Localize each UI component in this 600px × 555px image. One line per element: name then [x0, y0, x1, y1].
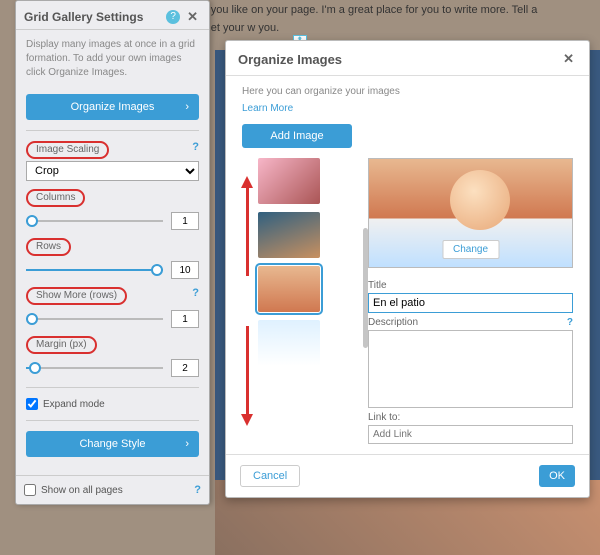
organize-images-modal: Organize Images ✕ Here you can organize …	[225, 40, 590, 498]
margin-value[interactable]	[171, 359, 199, 377]
panel-description: Display many images at once in a grid fo…	[26, 38, 199, 80]
description-textarea[interactable]	[368, 330, 573, 408]
title-input[interactable]	[368, 293, 573, 313]
organize-images-button[interactable]: Organize Images›	[26, 94, 199, 120]
ok-button[interactable]: OK	[539, 465, 575, 487]
reorder-arrows	[242, 158, 252, 444]
help-icon[interactable]: ?	[194, 484, 201, 496]
description-label: Description	[368, 317, 418, 328]
expand-mode-checkbox[interactable]: Expand mode	[26, 398, 199, 410]
image-scaling-label: Image Scaling	[26, 141, 109, 159]
help-icon[interactable]: ?	[567, 317, 573, 328]
image-thumbnails	[258, 158, 354, 444]
show-more-label: Show More (rows)	[26, 287, 127, 305]
help-icon[interactable]: ?	[192, 287, 199, 299]
rows-label: Rows	[26, 238, 71, 256]
link-to-label: Link to:	[368, 412, 400, 423]
title-label: Title	[368, 280, 387, 291]
show-more-section: Show More (rows) ?	[26, 287, 199, 328]
help-icon[interactable]: ?	[166, 10, 180, 24]
panel-title: Grid Gallery Settings	[24, 10, 162, 24]
columns-slider[interactable]	[26, 214, 163, 228]
show-on-all-pages-checkbox[interactable]: Show on all pages	[24, 484, 123, 496]
show-more-slider[interactable]	[26, 312, 163, 326]
learn-more-link[interactable]: Learn More	[242, 103, 573, 114]
page-background-text: anywhere you like on your page. I'm a gr…	[160, 2, 560, 37]
link-input[interactable]	[368, 425, 573, 444]
thumbnail-3-selected[interactable]	[258, 266, 320, 312]
chevron-right-icon: ›	[185, 438, 189, 450]
image-scaling-select[interactable]: Crop	[26, 161, 199, 181]
image-preview: Change	[368, 158, 573, 268]
chevron-right-icon: ›	[185, 101, 189, 113]
columns-section: Columns	[26, 189, 199, 230]
margin-section: Margin (px)	[26, 336, 199, 377]
help-icon[interactable]: ?	[192, 141, 199, 153]
arrow-up-icon	[242, 176, 252, 286]
margin-slider[interactable]	[26, 361, 163, 375]
add-image-button[interactable]: Add Image	[242, 124, 352, 148]
image-scaling-section: Image Scaling ? Crop	[26, 141, 199, 181]
columns-label: Columns	[26, 189, 85, 207]
cancel-button[interactable]: Cancel	[240, 465, 300, 487]
rows-section: Rows	[26, 238, 199, 279]
thumbnail-1[interactable]	[258, 158, 320, 204]
close-icon[interactable]: ✕	[560, 51, 577, 67]
grid-gallery-settings-panel: Grid Gallery Settings ? ✕ Display many i…	[15, 0, 210, 505]
rows-value[interactable]	[171, 261, 199, 279]
thumbnail-4[interactable]	[258, 320, 320, 366]
margin-label: Margin (px)	[26, 336, 97, 354]
arrow-down-icon	[242, 316, 252, 426]
modal-subtitle: Here you can organize your images	[242, 86, 573, 97]
thumbnail-2[interactable]	[258, 212, 320, 258]
close-icon[interactable]: ✕	[184, 9, 201, 25]
change-style-button[interactable]: Change Style›	[26, 431, 199, 457]
columns-value[interactable]	[171, 212, 199, 230]
rows-slider[interactable]	[26, 263, 163, 277]
change-image-button[interactable]: Change	[442, 240, 499, 259]
show-more-value[interactable]	[171, 310, 199, 328]
modal-title: Organize Images	[238, 52, 560, 67]
